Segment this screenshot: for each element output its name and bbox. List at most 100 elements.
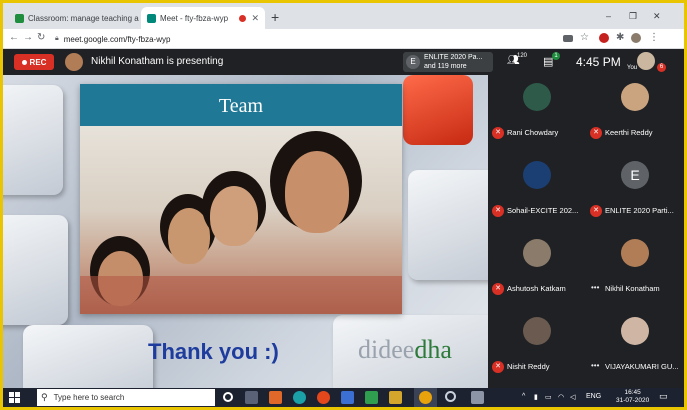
- firefox-icon[interactable]: [317, 391, 330, 404]
- participant-name: Rani Chowdary: [507, 128, 559, 137]
- rec-label: REC: [29, 57, 47, 67]
- participant-avatar: [523, 83, 551, 111]
- meeting-clock: 4:45 PM: [576, 55, 621, 69]
- new-tab-button[interactable]: +: [271, 10, 279, 24]
- excel-icon[interactable]: [365, 391, 378, 404]
- cortana-icon[interactable]: [223, 392, 233, 402]
- participant-tile[interactable]: ✕ Sohail-EXCITE 202...: [488, 153, 586, 231]
- audio-level-icon: •••: [591, 283, 600, 292]
- chrome-icon[interactable]: [419, 391, 432, 404]
- participant-name: Ashutosh Katkam: [507, 284, 566, 293]
- minimize-button[interactable]: –: [606, 11, 611, 21]
- url-text: meet.google.com/fty-fbza-wyp: [63, 34, 171, 44]
- browser-tab-strip: Classroom: manage teaching an ✕ Meet - f…: [3, 3, 684, 29]
- tray-network-icon[interactable]: ▮: [534, 393, 538, 401]
- you-label: You: [627, 65, 638, 71]
- tab-title: Meet - fty-fbza-wyp: [160, 13, 229, 23]
- participant-avatar: [523, 317, 551, 345]
- self-avatar[interactable]: [637, 52, 655, 70]
- participant-tile[interactable]: ✕ Keerthi Reddy: [586, 75, 684, 153]
- participant-avatar: [621, 83, 649, 111]
- extension-icon[interactable]: [599, 33, 609, 43]
- taskbar-time: 16:45: [624, 389, 641, 396]
- keyboard-key-graphic: [3, 215, 68, 325]
- app-icon[interactable]: [471, 391, 484, 404]
- search-icon: ⚲: [41, 392, 48, 402]
- meet-top-bar: REC Nikhil Konatham is presenting E ENLI…: [3, 49, 684, 75]
- task-view-icon[interactable]: [245, 391, 258, 404]
- tray-volume-icon[interactable]: ◁: [570, 393, 575, 401]
- participant-tile[interactable]: ••• Nikhil Konatham: [586, 231, 684, 309]
- close-icon[interactable]: ✕: [251, 13, 259, 24]
- participant-avatar: [523, 161, 551, 189]
- taskbar-search-input[interactable]: ⚲ Type here to search: [37, 389, 215, 406]
- keyboard-key-graphic: [23, 325, 153, 388]
- people-count: 120: [517, 53, 528, 59]
- participant-tile[interactable]: ✕ Rani Chowdary: [488, 75, 586, 153]
- participant-tile[interactable]: E ✕ ENLITE 2020 Parti...: [586, 153, 684, 231]
- slide: Team: [80, 84, 402, 314]
- participant-name: VIJAYAKUMARI GU...: [605, 362, 679, 371]
- person-3: [210, 186, 258, 246]
- group-avatar: E: [406, 55, 420, 69]
- keyboard-key-graphic: [3, 85, 63, 195]
- back-icon[interactable]: ←: [9, 32, 19, 43]
- group-name: ENLITE 2020 Pa...: [424, 54, 483, 61]
- record-dot-icon: [21, 59, 27, 65]
- close-window-button[interactable]: ✕: [653, 11, 661, 22]
- app-icon[interactable]: [445, 391, 456, 402]
- camera-icon[interactable]: [563, 35, 573, 42]
- star-icon[interactable]: ☆: [580, 32, 589, 43]
- presenting-text: Nikhil Konatham is presenting: [91, 56, 224, 67]
- reload-icon[interactable]: ↻: [37, 32, 45, 43]
- keyboard-key-graphic: [408, 170, 488, 280]
- meet-icon: [147, 13, 156, 23]
- participant-name: Sohail-EXCITE 202...: [507, 206, 579, 215]
- menu-icon[interactable]: ⋮: [649, 32, 659, 43]
- slide-title: Team: [218, 95, 264, 117]
- notification-icon[interactable]: ▭: [659, 391, 668, 402]
- mic-off-icon: ✕: [492, 127, 504, 139]
- search-placeholder: Type here to search: [53, 393, 125, 402]
- participant-tile[interactable]: ✕ Ashutosh Katkam: [488, 231, 586, 309]
- restore-button[interactable]: ❐: [629, 11, 637, 22]
- tray-battery-icon[interactable]: ▭: [545, 393, 552, 401]
- team-photo: [80, 126, 402, 314]
- tray-chevron-icon[interactable]: ^: [522, 393, 525, 400]
- participant-avatar: E: [621, 161, 649, 189]
- recording-badge: REC: [14, 54, 54, 70]
- chat-badge: 1: [552, 52, 560, 60]
- group-more: and 119 more: [424, 63, 467, 70]
- forward-icon[interactable]: →: [23, 32, 33, 43]
- tab-classroom[interactable]: Classroom: manage teaching an ✕: [9, 7, 139, 29]
- red-key-graphic: [403, 75, 473, 145]
- address-bar: ← → ↻ 🔒︎ meet.google.com/fty-fbza-wyp ☆ …: [3, 29, 684, 49]
- recording-indicator-icon: [239, 14, 247, 22]
- group-participant-badge[interactable]: E ENLITE 2020 Pa... and 119 more: [403, 52, 493, 72]
- mic-off-icon: ✕: [492, 283, 504, 295]
- app-icon[interactable]: [269, 391, 282, 404]
- classroom-icon: [15, 13, 24, 23]
- self-badge: 6: [657, 63, 666, 72]
- participant-avatar: [523, 239, 551, 267]
- file-explorer-icon[interactable]: [389, 391, 402, 404]
- participant-avatar: [621, 317, 649, 345]
- participant-avatar: [621, 239, 649, 267]
- taskbar-clock[interactable]: 16:45 31-07-2020: [616, 389, 649, 405]
- tray-wifi-icon[interactable]: ◠: [558, 393, 564, 401]
- brand-logo: dideedha: [358, 335, 452, 364]
- participant-name: Nikhil Konatham: [605, 284, 660, 293]
- participant-tile[interactable]: ••• VIJAYAKUMARI GU...: [586, 309, 684, 387]
- url-field[interactable]: 🔒︎ meet.google.com/fty-fbza-wyp: [55, 32, 555, 46]
- puzzle-icon[interactable]: ✱: [616, 32, 624, 43]
- input-language[interactable]: ENG: [586, 393, 601, 400]
- audio-level-icon: •••: [591, 361, 600, 370]
- edge-icon[interactable]: [293, 391, 306, 404]
- taskbar-date: 31-07-2020: [616, 397, 650, 404]
- participant-tile[interactable]: ✕ Nishit Reddy: [488, 309, 586, 387]
- tab-meet[interactable]: Meet - fty-fbza-wyp ✕: [141, 7, 265, 29]
- windows-start-icon[interactable]: [9, 392, 20, 403]
- app-icon[interactable]: [341, 391, 354, 404]
- profile-avatar[interactable]: [631, 33, 641, 43]
- participant-name: Keerthi Reddy: [605, 128, 653, 137]
